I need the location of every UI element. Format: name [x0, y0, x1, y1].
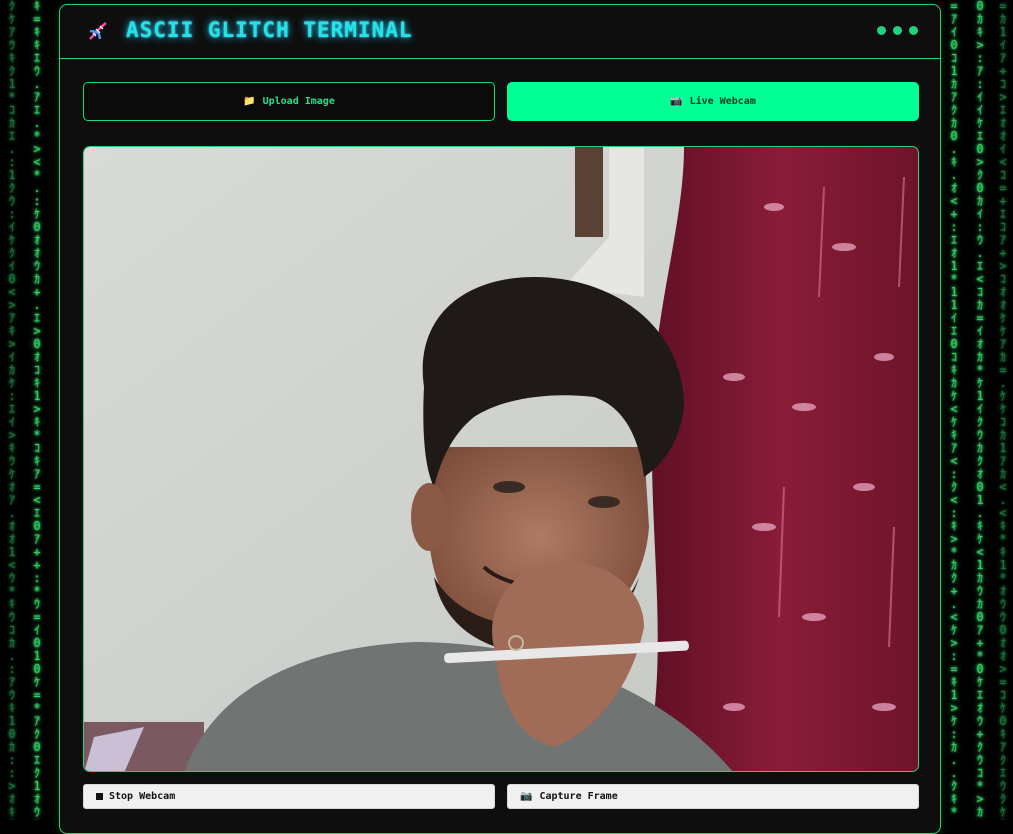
live-webcam-button[interactable]: 📷 Live Webcam: [507, 82, 919, 121]
window-dot: [893, 26, 902, 35]
matrix-rain-left: ｸ ｹ ｱ ｳ ｷ ｸ 1 * ｺ ｶ ｴ . : 1 ｸ ｳ : ｲ ｹ ｸ …: [8, 0, 16, 820]
webcam-frame-image: [84, 147, 918, 771]
upload-image-label: Upload Image: [262, 96, 335, 107]
camera-icon: 📷: [520, 791, 533, 802]
window-dot: [909, 26, 918, 35]
capture-frame-label: Capture Frame: [539, 791, 618, 802]
stop-webcam-label: Stop Webcam: [109, 791, 176, 802]
window-dots: [877, 26, 918, 35]
upload-image-button[interactable]: 📁 Upload Image: [83, 82, 495, 121]
folder-icon: 📁: [243, 96, 256, 107]
dna-icon: [89, 22, 107, 40]
terminal-window: ASCII GLITCH TERMINAL 📁 Upload Image 📷 L…: [59, 4, 941, 834]
capture-frame-button[interactable]: 📷 Capture Frame: [507, 784, 919, 809]
app-title: ASCII GLITCH TERMINAL: [126, 18, 413, 42]
live-webcam-label: Live Webcam: [689, 96, 756, 107]
terminal-header: ASCII GLITCH TERMINAL: [60, 5, 940, 59]
webcam-preview: [83, 146, 919, 772]
camera-icon: 📷: [670, 96, 683, 107]
window-dot: [877, 26, 886, 35]
matrix-rain-right-inner: = ｱ ｲ 0 ｺ 1 ｶ ｱ ｸ ｶ 0 . ｷ . ｵ < + : ｴ ｵ …: [950, 0, 958, 820]
matrix-rain-right-edge: = ｶ 1 ｲ ｱ + ｺ > ｴ ｵ ｵ ｲ < ｺ = + ｴ ｺ ｱ + …: [999, 0, 1007, 820]
matrix-rain-right: 0 ｶ ｷ > : ｱ : ｲ ｲ ｹ ｴ 0 > ｸ 0 ｶ ｲ : ｳ . …: [976, 0, 984, 820]
stop-webcam-button[interactable]: Stop Webcam: [83, 784, 495, 809]
stop-square-icon: [96, 793, 103, 800]
matrix-rain-left-inner: ｷ = ｷ ｷ ｴ ｳ . ｱ ｴ . * > < * . : ｹ 0 ｵ ｵ …: [33, 0, 41, 820]
